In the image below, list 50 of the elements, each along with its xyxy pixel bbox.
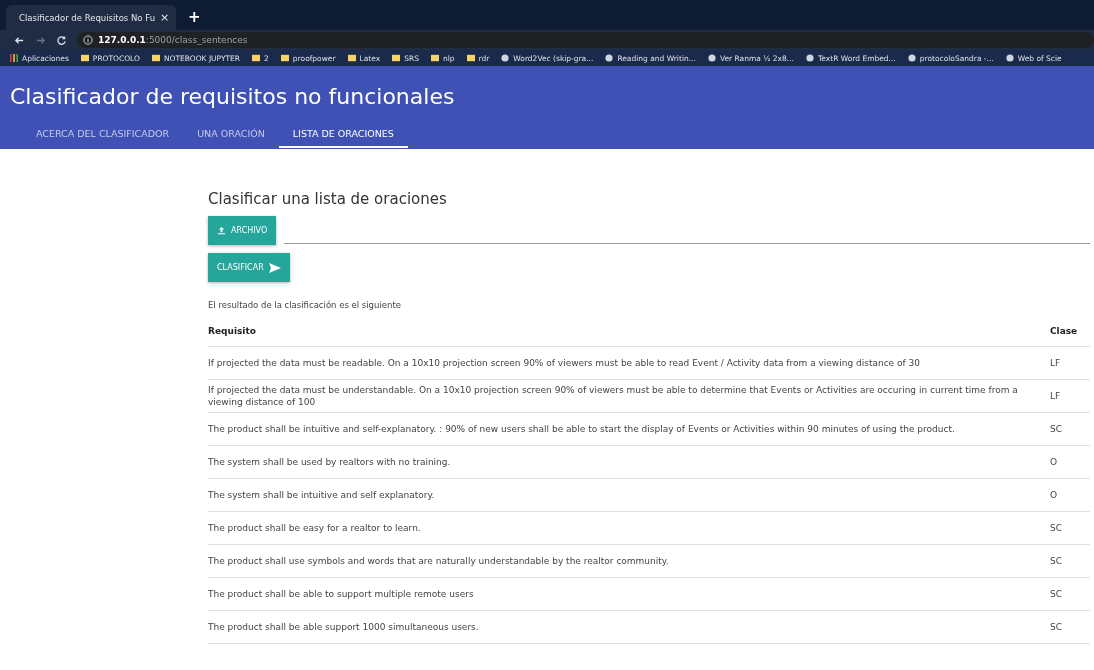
nav-tab[interactable]: UNA ORACIÓN <box>183 120 279 148</box>
table-cell: The system shall be used by realtors with no training. <box>208 445 1050 479</box>
site-icon <box>501 54 510 62</box>
table-cell: SC <box>1050 511 1090 545</box>
reload-icon[interactable] <box>56 34 67 46</box>
site-icon <box>605 54 614 62</box>
close-icon[interactable]: × <box>160 11 170 24</box>
table-cell: SC <box>1050 544 1090 578</box>
nav-tab[interactable]: LISTA DE ORACIONES <box>278 120 408 148</box>
browser-tab[interactable]: Clasificador de Requisitos No Fu × <box>6 5 176 30</box>
table-cell: If projected the data must be readable. On a 10x10 projection screen 90% of viewers must be able to read Event / Activity data from a viewing distance of 30 <box>208 346 1050 380</box>
app-title: Clasificador de requisitos no funcionales <box>10 83 455 111</box>
nav-tab[interactable]: ACERCA DEL CLASIFICADOR <box>22 120 184 148</box>
table-cell: If projected the data must be understandable. On a 10x10 projection screen 90% of viewers must be able to determine that Events or Activities are occuring in current time from a viewing distance of 100 <box>208 379 1050 413</box>
page-heading: Clasificar una lista de oraciones <box>208 190 447 208</box>
table-cell: O <box>1050 445 1090 479</box>
upload-icon <box>217 226 226 235</box>
table-cell: SC <box>1050 610 1090 644</box>
table-cell: The product shall be able support 1000 simultaneous users. <box>208 610 1050 644</box>
tab-title: Clasificador de Requisitos No Fu <box>19 12 156 23</box>
table-cell: SC <box>1050 412 1090 446</box>
table-cell: The product shall be intuitive and self-explanatory. : 90% of new users shall be able to start the display of Events or Activities within 90 minutes of using the product. <box>208 412 1050 446</box>
folder-icon <box>347 54 356 62</box>
info-icon <box>83 35 93 45</box>
column-header: Clase <box>1050 326 1090 347</box>
table-cell: O <box>1050 478 1090 512</box>
site-icon <box>907 54 916 62</box>
folder-icon <box>80 54 89 62</box>
table-cell: The product shall be able to support multiple remote users <box>208 577 1050 611</box>
site-icon <box>806 54 814 62</box>
table-cell: LF <box>1050 346 1090 380</box>
table-cell: The system shall be intuitive and self explanatory. <box>208 478 1050 512</box>
table-cell: SC <box>1050 577 1090 611</box>
folder-icon <box>252 54 261 62</box>
folder-icon <box>280 54 289 62</box>
folder-icon <box>430 54 439 62</box>
folder-icon <box>151 54 160 62</box>
table-cell: The product shall use symbols and words that are naturally understandable by the realtor community. <box>208 544 1050 578</box>
table-cell: LF <box>1050 379 1090 413</box>
folder-icon <box>392 54 401 62</box>
site-icon <box>1005 54 1014 62</box>
table-cell: The product shall be easy for a realtor to learn. <box>208 511 1050 545</box>
folder-icon <box>466 54 475 62</box>
column-header: Requisito <box>208 326 1050 347</box>
address-field[interactable]: 127.0.0.1:5000/class_sentences <box>77 32 1094 48</box>
send-icon <box>268 262 281 273</box>
apps-grid-icon <box>10 54 18 62</box>
site-icon <box>707 54 716 62</box>
result-text: El resultado de la clasificación es el siguiente <box>208 300 401 310</box>
new-tab-button[interactable]: + <box>188 8 201 26</box>
